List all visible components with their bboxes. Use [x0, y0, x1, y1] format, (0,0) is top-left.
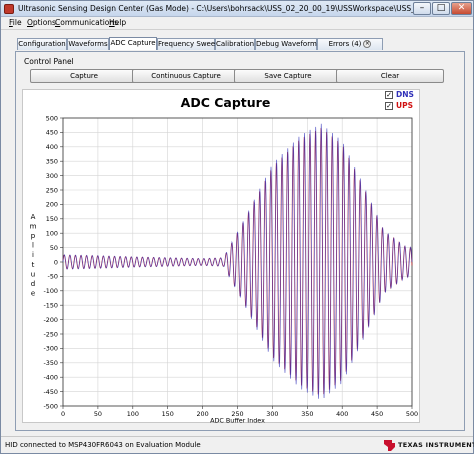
menu-help[interactable]: Help: [109, 18, 126, 27]
brand-name: TEXAS INSTRUMENTS: [398, 441, 474, 449]
tab-adc-capture[interactable]: ADC Capture: [109, 37, 157, 50]
window-title: Ultrasonic Sensing Design Center (Gas Mo…: [18, 4, 418, 13]
y-tick-label: 0: [54, 258, 58, 266]
y-axis-label-letter: A: [31, 213, 36, 221]
x-tick-label: 500: [406, 410, 418, 418]
y-tick-label: -250: [43, 330, 58, 338]
tab-errors-label: Errors (4): [328, 40, 362, 48]
x-tick-label: 350: [301, 410, 313, 418]
minimize-button[interactable]: –: [413, 2, 431, 15]
status-bar: HID connected to MSP430FR6043 on Evaluat…: [1, 436, 474, 453]
tab-calibration[interactable]: Calibration: [215, 38, 255, 50]
ti-logo-icon: [384, 440, 395, 451]
control-panel-label: Control Panel: [24, 57, 74, 66]
x-tick-label: 150: [162, 410, 174, 418]
ups-checkbox[interactable]: ✓: [385, 102, 393, 110]
y-tick-label: 400: [46, 143, 58, 151]
save-capture-button[interactable]: Save Capture: [234, 69, 342, 83]
y-axis-label-letter: u: [31, 270, 35, 278]
y-axis-label-letter: p: [31, 232, 36, 240]
x-tick-label: 50: [94, 410, 102, 418]
chart-frame: 500 450 400 350 300 250 200 150 100 50 0 -50 -100 -15…: [22, 89, 420, 425]
x-tick-label: 0: [61, 410, 65, 418]
y-tick-label: 150: [46, 215, 58, 223]
legend-item-ups[interactable]: ✓ UPS: [385, 101, 415, 111]
maximize-button[interactable]: □: [432, 2, 450, 15]
y-tick-label: 50: [50, 244, 58, 252]
app-icon: [4, 4, 14, 14]
continuous-capture-button[interactable]: Continuous Capture: [132, 69, 240, 83]
close-button[interactable]: ✕: [451, 2, 472, 15]
tab-waveforms[interactable]: Waveforms: [67, 38, 109, 50]
tab-frequency-sweep[interactable]: Frequency Sweep: [157, 38, 220, 50]
legend-label-dns: DNS: [396, 90, 414, 99]
legend-label-ups: UPS: [396, 101, 413, 110]
y-tick-label: -100: [43, 287, 58, 295]
y-tick-label: -150: [43, 302, 58, 310]
app-window: Ultrasonic Sensing Design Center (Gas Mo…: [0, 0, 474, 454]
y-tick-label: 500: [46, 114, 58, 122]
x-axis-label: ADC Buffer Index: [210, 417, 265, 425]
y-tick-label: 300: [46, 172, 58, 180]
x-tick-label: 400: [336, 410, 348, 418]
y-axis-label-letter: i: [32, 251, 34, 259]
x-tick-label: 450: [371, 410, 383, 418]
texas-instruments-logo: TEXAS INSTRUMENTS: [383, 439, 474, 452]
adc-capture-chart: 500450400350300250200150100500-50-100-15…: [30, 95, 419, 425]
y-tick-label: 200: [46, 201, 58, 209]
y-tick-label: -200: [43, 316, 58, 324]
dns-checkbox[interactable]: ✓: [385, 91, 393, 99]
y-tick-label: -350: [43, 359, 58, 367]
y-tick-label: 450: [46, 129, 58, 137]
x-tick-label: 100: [127, 410, 139, 418]
tab-errors[interactable]: Errors (4) ×: [317, 38, 383, 50]
y-tick-label: 250: [46, 186, 58, 194]
legend-item-dns[interactable]: ✓ DNS: [385, 90, 415, 100]
y-axis-label-letter: d: [31, 280, 35, 288]
capture-button[interactable]: Capture: [30, 69, 138, 83]
connection-status: HID connected to MSP430FR6043 on Evaluat…: [5, 441, 201, 449]
chart-title: ADC Capture: [181, 95, 271, 110]
close-icon[interactable]: ×: [363, 40, 372, 48]
y-tick-label: -500: [43, 402, 58, 410]
y-tick-label: -450: [43, 388, 58, 396]
tab-configuration[interactable]: Configuration: [17, 38, 67, 50]
y-axis-label-letter: l: [32, 242, 34, 250]
menu-file[interactable]: File: [9, 18, 22, 27]
y-tick-label: 100: [46, 230, 58, 238]
y-axis-label-letter: t: [32, 261, 35, 269]
menu-bar: File Options Communications Help: [1, 17, 473, 30]
menu-options[interactable]: Options: [27, 18, 56, 27]
tab-debug-waveform[interactable]: Debug Waveform: [255, 38, 317, 50]
x-tick-label: 200: [196, 410, 208, 418]
y-axis-label-letter: e: [31, 290, 35, 298]
clear-button[interactable]: Clear: [336, 69, 444, 83]
y-tick-label: -300: [43, 345, 58, 353]
title-bar: Ultrasonic Sensing Design Center (Gas Mo…: [1, 1, 473, 17]
y-axis-label-letter: m: [30, 222, 37, 230]
y-tick-label: -50: [48, 273, 58, 281]
x-tick-label: 300: [266, 410, 278, 418]
y-tick-label: -400: [43, 374, 58, 382]
y-tick-label: 350: [46, 158, 58, 166]
